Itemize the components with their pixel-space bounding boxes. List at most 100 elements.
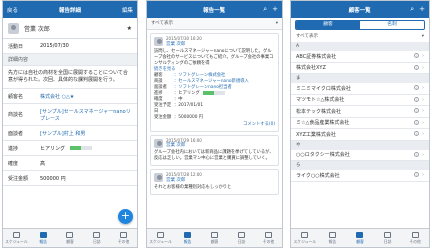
report-card[interactable]: 2015/07/28 12:00 営業 次郎 それとお客様の業種別対応もしっかり… xyxy=(150,169,279,195)
info-icon[interactable]: i xyxy=(414,53,419,59)
chevron-right-icon: › xyxy=(422,85,424,92)
add-icon[interactable]: + xyxy=(419,5,425,14)
chevron-down-icon: ▾ xyxy=(275,21,278,26)
tab-schedule[interactable]: スケジュール xyxy=(3,229,30,247)
comment-button[interactable]: コメントする(0) xyxy=(243,122,275,128)
tab-diary[interactable]: 日誌 xyxy=(83,229,110,247)
customer-item[interactable]: ライク○○株式会社 i › xyxy=(291,170,429,182)
add-icon[interactable]: + xyxy=(272,5,278,14)
customer-item[interactable]: ミ☆△食品産業株式会社 i › xyxy=(291,118,429,129)
card-author[interactable]: 営業 次郎 xyxy=(166,143,202,148)
author-row: 営業 次郎 ★ xyxy=(3,18,137,39)
info-icon[interactable]: i xyxy=(414,108,419,114)
report-card[interactable]: 2015/07/30 16:20 営業 次郎 訪問し、セールスマネージャーnan… xyxy=(150,33,279,132)
customer-list-screen: 顧客一覧 ⌕ + 顧客 名刺 すべて表示 ▾ A ABC証券株式会社 i › 株式会社XY… xyxy=(290,0,430,248)
segment-card[interactable]: 名刺 xyxy=(360,21,424,29)
activity-date-row: 活動日 2015/07/30 xyxy=(3,39,137,54)
customer-name: マツモト☆△株式会社 xyxy=(296,97,345,104)
back-button[interactable]: 戻る xyxy=(7,6,18,14)
customer-segment: 顧客 名刺 xyxy=(295,20,425,30)
building-icon xyxy=(356,231,364,238)
tab-customer[interactable]: 顧客 xyxy=(346,229,374,247)
tab-diary[interactable]: 日誌 xyxy=(228,229,255,247)
customer-item[interactable]: ミニミマイクロ株式会社 i › xyxy=(291,83,429,95)
tab-other[interactable]: その他 xyxy=(255,229,282,247)
customer-item[interactable]: 株式会社XYZ i › xyxy=(291,63,429,74)
chevron-down-icon: ▾ xyxy=(421,34,424,39)
tab-customer[interactable]: 顧客 xyxy=(201,229,228,247)
person-row: 面談者 [サンプル]村上 和男 xyxy=(3,126,137,141)
chevron-right-icon: › xyxy=(422,64,424,71)
detail-body: 先方には自社の商材を全国に展開することについて合意が得られた。次回、具体的な課判… xyxy=(3,66,137,89)
customer-title: 顧客一覧 xyxy=(348,7,371,14)
tab-customer[interactable]: 顧客 xyxy=(57,229,84,247)
customer-item[interactable]: ABC証券株式会社 i › xyxy=(291,51,429,63)
tab-schedule[interactable]: スケジュール xyxy=(147,229,174,247)
list-filter[interactable]: すべて表示 ▾ xyxy=(147,18,282,30)
progress-bar xyxy=(69,146,92,150)
customer-item[interactable]: マツモト☆△株式会社 i › xyxy=(291,95,429,106)
search-icon[interactable]: ⌕ xyxy=(410,5,414,14)
info-icon[interactable]: i xyxy=(414,119,419,125)
search-icon[interactable]: ⌕ xyxy=(263,5,267,14)
customer-name: ミニミマイクロ株式会社 xyxy=(296,85,351,92)
customer-link[interactable]: 株式会社 ○△★ xyxy=(40,93,132,100)
info-icon[interactable]: i xyxy=(414,172,419,178)
tab-other[interactable]: その他 xyxy=(401,229,429,247)
more-icon xyxy=(411,231,419,238)
info-icon[interactable]: i xyxy=(414,96,419,102)
group-header: や xyxy=(291,140,429,150)
customer-item[interactable]: XYZ工業株式会社 i › xyxy=(291,129,429,141)
more-icon xyxy=(265,231,272,238)
card-author[interactable]: 営業 次郎 xyxy=(166,42,202,47)
customer-item[interactable]: 松本テック株式会社 i › xyxy=(291,106,429,118)
tab-report[interactable]: 報告 xyxy=(174,229,201,247)
customer-name: ABC証券株式会社 xyxy=(296,53,337,60)
chevron-right-icon: › xyxy=(422,172,424,179)
tab-schedule[interactable]: スケジュール xyxy=(291,229,319,247)
info-icon[interactable]: i xyxy=(414,64,419,70)
customer-name: 松本テック株式会社 xyxy=(296,108,342,115)
avatar xyxy=(8,22,19,34)
progress-value: ヒアリング xyxy=(40,145,66,152)
card-text: 訪問し、セールスマネージャーnanoについて説明した。グループ会社のサービスにつ… xyxy=(154,48,274,66)
report-detail-screen: 戻る 報告詳細 編集 営業 次郎 ★ 活動日 2015/07/30 詳細内容 先… xyxy=(2,0,138,248)
chevron-right-icon: › xyxy=(422,53,424,60)
report-icon xyxy=(184,231,191,238)
progress-bar xyxy=(202,90,225,95)
tab-bar: スケジュール 報告 顧客 日誌 その他 xyxy=(3,228,137,247)
report-icon xyxy=(39,231,47,238)
deal-link[interactable]: [サンプル]セールスマネージャーnanoリプレース xyxy=(40,108,132,122)
customer-list: A ABC証券株式会社 i › 株式会社XYZ i › まミニミマイクロ株式会社 i › マツモト☆… xyxy=(291,42,429,182)
chevron-right-icon: › xyxy=(422,119,424,126)
customer-name: ○○ロタクシー株式会社 xyxy=(296,152,350,159)
tab-report[interactable]: 報告 xyxy=(30,229,57,247)
tab-diary[interactable]: 日誌 xyxy=(374,229,402,247)
progress-label: 進捗 xyxy=(8,145,19,152)
add-button[interactable]: + xyxy=(118,209,133,224)
customer-item[interactable]: ○○ロタクシー株式会社 i › xyxy=(291,150,429,161)
card-due: ：2017/01/01 xyxy=(174,102,204,108)
star-icon[interactable]: ★ xyxy=(127,25,132,32)
tab-other[interactable]: その他 xyxy=(110,229,137,247)
segment-customer[interactable]: 顧客 xyxy=(296,21,360,29)
report-card[interactable]: 2015/07/29 16:00 営業 次郎 グループ会社内においては新商品に課… xyxy=(150,134,279,166)
building-icon xyxy=(211,231,218,238)
avatar xyxy=(154,173,163,183)
tab-report[interactable]: 報告 xyxy=(319,229,347,247)
card-text: グループ会社内においては新商品に課題を挙げてしているが、反応は乏しい。営業マン中… xyxy=(154,150,274,161)
tab-bar: スケジュール 報告 顧客 日誌 その他 xyxy=(291,228,429,247)
customer-row: 顧客名 株式会社 ○△★ xyxy=(3,89,137,104)
info-icon[interactable]: i xyxy=(414,85,419,91)
person-link[interactable]: [サンプル]村上 和男 xyxy=(40,130,132,137)
customer-header: 顧客一覧 ⌕ + xyxy=(291,1,429,18)
info-icon[interactable]: i xyxy=(414,131,419,137)
edit-button[interactable]: 編集 xyxy=(122,6,133,14)
chevron-right-icon: › xyxy=(422,96,424,103)
deal-row: 商談名 [サンプル]セールスマネージャーnanoリプレース xyxy=(3,104,137,126)
card-author[interactable]: 営業 次郎 xyxy=(166,178,202,183)
author-name: 営業 次郎 xyxy=(24,25,50,33)
certainty-row: 確度 高 xyxy=(3,156,137,171)
customer-filter[interactable]: すべて表示 ▾ xyxy=(291,32,429,42)
info-icon[interactable]: i xyxy=(414,151,419,157)
